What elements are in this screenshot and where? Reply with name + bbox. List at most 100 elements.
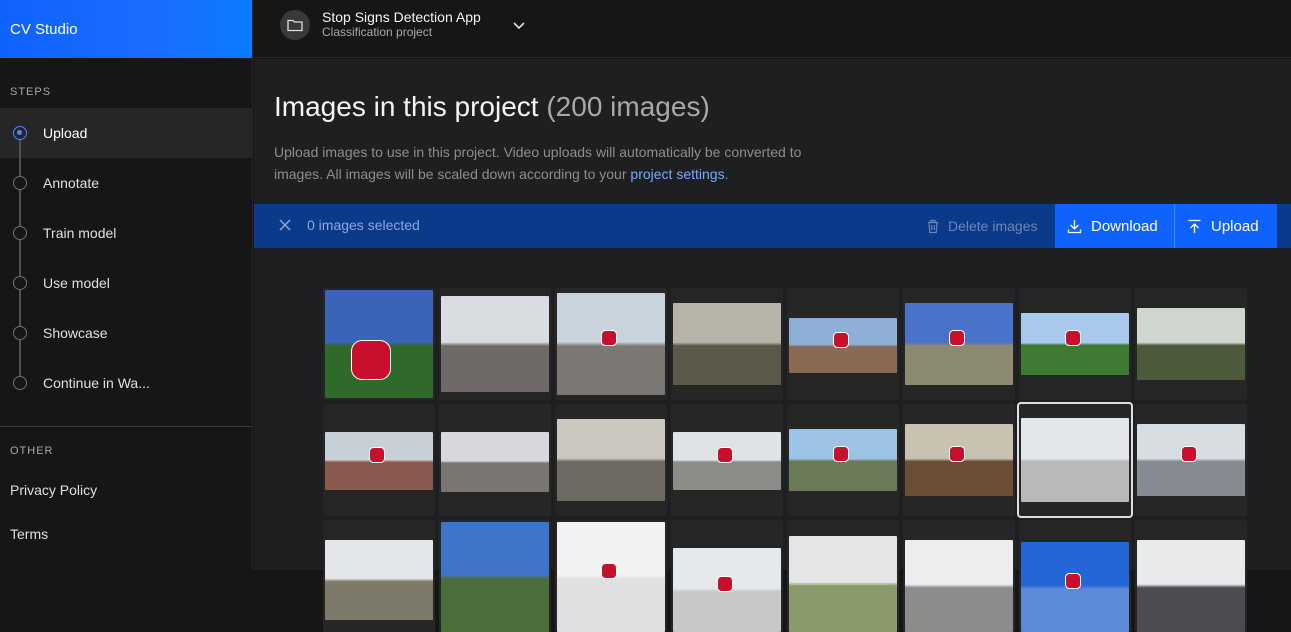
image-thumbnail[interactable] <box>1019 520 1131 632</box>
download-icon <box>1067 219 1082 233</box>
step-showcase[interactable]: Showcase <box>0 308 252 358</box>
image-thumbnail[interactable] <box>323 404 435 516</box>
thumbnail-photo <box>557 419 665 501</box>
thumbnail-photo <box>1021 418 1129 502</box>
image-thumbnail[interactable] <box>323 520 435 632</box>
stop-sign-icon <box>717 447 733 463</box>
image-thumbnail[interactable] <box>439 520 551 632</box>
page-title-text: Images in this project <box>274 91 539 122</box>
thumbnail-photo <box>441 296 549 392</box>
image-thumbnail[interactable] <box>903 404 1015 516</box>
step-upload[interactable]: Upload <box>0 108 252 158</box>
thumbnail-photo <box>789 536 897 632</box>
thumbnail-photo <box>905 540 1013 632</box>
brand-logo[interactable]: CV Studio <box>0 0 252 58</box>
image-count: (200 images) <box>546 91 710 122</box>
privacy-policy-link[interactable]: Privacy Policy <box>10 482 97 498</box>
step-circle-icon <box>13 376 27 390</box>
upload-button[interactable]: Upload <box>1175 204 1277 248</box>
sidebar: CV Studio STEPS Upload Annotate Train mo… <box>0 0 253 570</box>
image-thumbnail[interactable] <box>1135 288 1247 400</box>
step-label: Showcase <box>43 325 108 341</box>
stop-sign-icon <box>351 340 391 380</box>
image-thumbnail[interactable] <box>439 288 551 400</box>
thumbnail-photo <box>1137 540 1245 632</box>
upload-label: Upload <box>1211 217 1259 235</box>
thumbnail-photo <box>557 522 665 632</box>
other-label: OTHER <box>10 445 54 457</box>
stop-sign-icon <box>717 576 733 592</box>
step-active-icon <box>13 126 27 140</box>
thumbnail-photo <box>325 540 433 620</box>
image-thumbnail[interactable] <box>1019 288 1131 400</box>
step-circle-icon <box>13 276 27 290</box>
stop-sign-icon <box>1065 573 1081 589</box>
step-label: Use model <box>43 275 110 291</box>
delete-images-button[interactable]: Delete images <box>926 204 1054 248</box>
project-settings-link[interactable]: project settings <box>630 166 724 182</box>
project-type: Classification project <box>322 25 433 39</box>
step-use-model[interactable]: Use model <box>0 258 252 308</box>
step-annotate[interactable]: Annotate <box>0 158 252 208</box>
image-thumbnail[interactable] <box>555 288 667 400</box>
image-thumbnail[interactable] <box>671 520 783 632</box>
step-label: Continue in Wa... <box>43 375 150 391</box>
selected-count: 0 images selected <box>307 217 420 233</box>
image-thumbnail[interactable] <box>1017 402 1133 518</box>
step-circle-icon <box>13 226 27 240</box>
stop-sign-icon <box>601 563 617 579</box>
thumbnail-photo <box>441 522 549 632</box>
main-content: Images in this project (200 images) Uplo… <box>254 59 1291 632</box>
image-thumbnail[interactable] <box>903 520 1015 632</box>
step-connector-line <box>19 133 21 383</box>
image-thumbnail[interactable] <box>1135 404 1247 516</box>
thumbnail-photo <box>673 548 781 632</box>
page-description: Upload images to use in this project. Vi… <box>274 141 844 185</box>
sidebar-divider <box>0 426 253 427</box>
stop-sign-icon <box>833 331 849 348</box>
terms-link[interactable]: Terms <box>10 526 48 542</box>
thumbnail-photo <box>673 303 781 385</box>
thumbnail-photo <box>1021 313 1129 375</box>
thumbnail-photo <box>673 432 781 490</box>
stop-sign-icon <box>1065 330 1081 346</box>
upload-icon <box>1188 219 1201 233</box>
download-button[interactable]: Download <box>1055 204 1174 248</box>
project-header: Stop Signs Detection App Classification … <box>254 0 1291 58</box>
thumbnail-photo <box>557 293 665 395</box>
step-circle-icon <box>13 176 27 190</box>
image-thumbnail[interactable] <box>903 288 1015 400</box>
image-thumbnail[interactable] <box>439 404 551 516</box>
thumbnail-photo <box>905 303 1013 385</box>
chevron-down-icon[interactable] <box>512 18 526 37</box>
image-thumbnail[interactable] <box>555 520 667 632</box>
image-thumbnail[interactable] <box>1135 520 1247 632</box>
step-label: Train model <box>43 225 117 241</box>
stop-sign-icon <box>949 330 965 346</box>
thumbnail-photo <box>325 290 433 398</box>
stop-sign-icon <box>369 447 385 463</box>
image-thumbnail[interactable] <box>671 288 783 400</box>
thumbnail-photo <box>1137 308 1245 380</box>
stop-sign-icon <box>833 446 849 462</box>
delete-images-label: Delete images <box>948 218 1038 234</box>
thumbnail-photo <box>1021 542 1129 632</box>
image-thumbnail[interactable] <box>787 404 899 516</box>
image-thumbnail[interactable] <box>555 404 667 516</box>
image-thumbnail[interactable] <box>323 288 435 400</box>
step-continue[interactable]: Continue in Wa... <box>0 358 252 408</box>
project-name: Stop Signs Detection App <box>322 9 481 25</box>
image-thumbnail[interactable] <box>671 404 783 516</box>
image-thumbnail[interactable] <box>787 520 899 632</box>
steps-list: Upload Annotate Train model Use model Sh… <box>0 108 252 408</box>
download-label: Download <box>1091 217 1158 235</box>
thumbnail-photo <box>789 429 897 491</box>
folder-icon[interactable] <box>280 10 310 40</box>
steps-label: STEPS <box>10 86 52 98</box>
image-thumbnail[interactable] <box>787 288 899 400</box>
trash-icon <box>928 219 938 233</box>
step-label: Upload <box>43 125 88 141</box>
stop-sign-icon <box>1181 446 1197 462</box>
step-train-model[interactable]: Train model <box>0 208 252 258</box>
close-icon[interactable] <box>278 218 292 237</box>
